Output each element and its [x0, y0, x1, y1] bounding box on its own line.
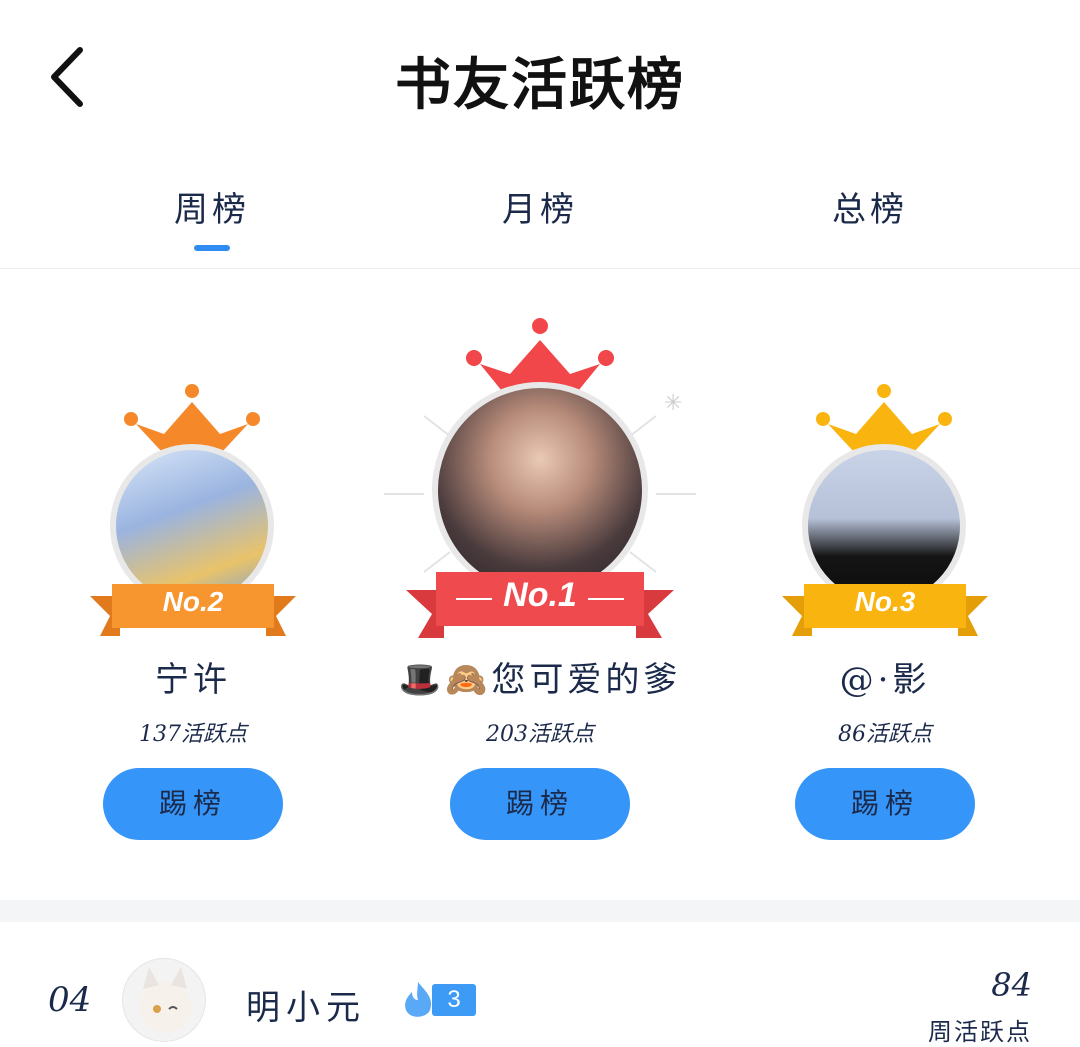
- avatar-illustration: [139, 967, 191, 1033]
- header: 书友活跃榜: [0, 0, 1080, 160]
- list-item[interactable]: 04 明小元 3 84 周活跃点: [0, 922, 1080, 1047]
- tab-weekly[interactable]: 周榜: [132, 182, 292, 252]
- podium-rank-3: No.3 @·影 86活跃点 踢榜: [782, 380, 988, 850]
- activity-points: 203活跃点: [486, 722, 594, 747]
- tab-monthly[interactable]: 月榜: [460, 182, 620, 252]
- tab-label: 周榜: [174, 190, 250, 230]
- tab-bar: 周榜 月榜 总榜: [0, 160, 1080, 269]
- user-name: 明小元: [246, 988, 366, 1028]
- rank-label: No.2: [162, 586, 224, 617]
- user-name: 宁许: [155, 660, 231, 700]
- user-name: 🎩🙈您可爱的爹: [398, 660, 682, 700]
- activity-points: 137活跃点: [139, 722, 247, 747]
- tab-label: 月榜: [502, 190, 578, 230]
- rank-number: 04: [48, 980, 92, 1020]
- rank-label: No.1: [503, 576, 577, 614]
- score-value: 84: [991, 966, 1032, 1004]
- podium-rank-1: ✳ No.1 🎩🙈您可爱的爹 203活跃点 踢榜: [384, 316, 696, 846]
- level-badge: 3: [396, 978, 478, 1018]
- podium-rank-2: No.2 宁许 137活跃点 踢榜: [90, 380, 296, 850]
- user-name: @·影: [839, 660, 931, 700]
- tab-active-indicator: [194, 245, 230, 251]
- kick-button[interactable]: 踢榜: [450, 768, 630, 840]
- tab-total[interactable]: 总榜: [790, 182, 950, 252]
- kick-button[interactable]: 踢榜: [103, 768, 283, 840]
- activity-points: 86活跃点: [838, 722, 932, 747]
- section-divider: [0, 900, 1080, 922]
- svg-text:✳: ✳: [664, 391, 682, 416]
- rank-label: No.3: [854, 586, 916, 617]
- level-number: 3: [432, 984, 476, 1016]
- avatar[interactable]: [122, 958, 206, 1042]
- kick-button[interactable]: 踢榜: [795, 768, 975, 840]
- page-title: 书友活跃榜: [395, 53, 685, 118]
- avatar[interactable]: [432, 382, 648, 598]
- tab-label: 总榜: [832, 190, 908, 230]
- score-label: 周活跃点: [928, 1018, 1032, 1046]
